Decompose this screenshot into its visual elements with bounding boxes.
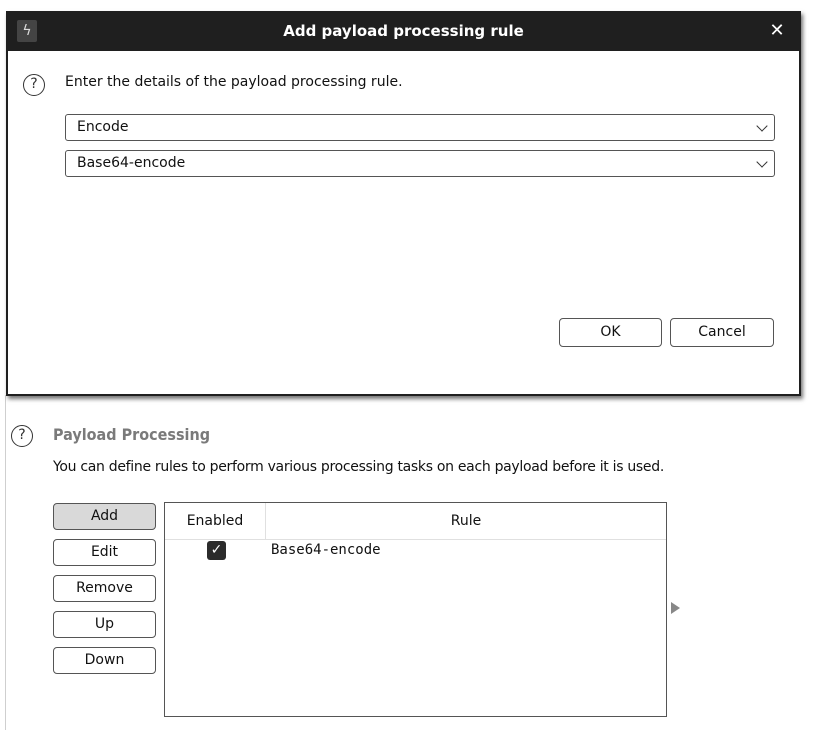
panel-divider	[5, 395, 6, 730]
enabled-checkbox[interactable]: ✓	[207, 541, 226, 560]
section-description: You can define rules to perform various …	[53, 459, 664, 475]
chevron-down-icon	[756, 156, 768, 168]
rules-table: Enabled Rule ✓ Base64-encode	[164, 502, 667, 717]
remove-button[interactable]: Remove	[53, 575, 156, 602]
expand-arrow-icon[interactable]	[671, 602, 680, 614]
cancel-button[interactable]: Cancel	[670, 318, 774, 347]
edit-button[interactable]: Edit	[53, 539, 156, 566]
help-icon[interactable]: ?	[23, 74, 45, 96]
add-button[interactable]: Add	[53, 503, 156, 530]
chevron-down-icon	[756, 120, 768, 132]
dialog-instruction: Enter the details of the payload process…	[65, 74, 403, 90]
rule-cell: Base64-encode	[271, 542, 381, 558]
rule-subtype-value: Base64-encode	[77, 155, 186, 171]
column-header-rule[interactable]: Rule	[266, 503, 666, 539]
rule-type-select[interactable]: Encode	[65, 114, 775, 141]
table-header: Enabled Rule	[165, 503, 666, 540]
up-button[interactable]: Up	[53, 611, 156, 638]
rule-subtype-select[interactable]: Base64-encode	[65, 150, 775, 177]
ok-button[interactable]: OK	[559, 318, 662, 347]
column-header-enabled[interactable]: Enabled	[165, 503, 266, 539]
rule-type-value: Encode	[77, 119, 129, 135]
down-button[interactable]: Down	[53, 647, 156, 674]
dialog-titlebar[interactable]: ϟ Add payload processing rule ✕	[8, 11, 799, 51]
dialog-title: Add payload processing rule	[283, 22, 524, 40]
table-row[interactable]: ✓ Base64-encode	[165, 540, 666, 564]
add-rule-dialog: ϟ Add payload processing rule ✕ ? Enter …	[6, 11, 801, 396]
help-icon[interactable]: ?	[11, 425, 33, 447]
section-title: Payload Processing	[53, 425, 211, 444]
close-icon[interactable]: ✕	[767, 19, 787, 43]
